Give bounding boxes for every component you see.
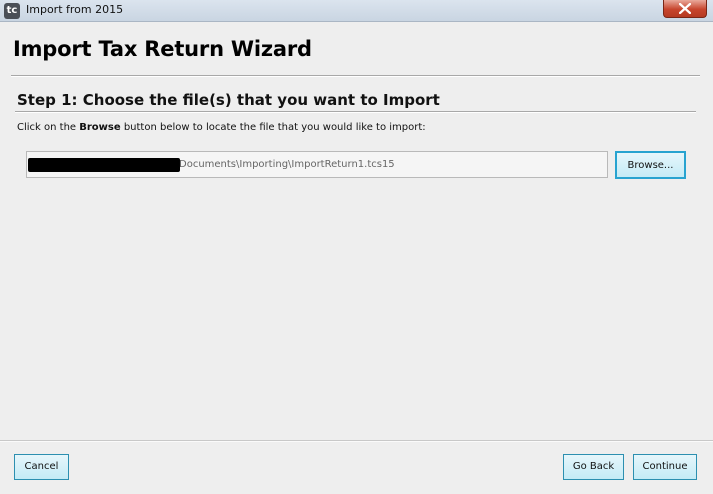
instruction-suffix: button below to locate the file that you…	[120, 122, 426, 133]
wizard-title: Import Tax Return Wizard	[13, 37, 312, 61]
title-divider	[11, 75, 700, 77]
step-divider	[15, 111, 696, 113]
title-bar[interactable]: tc Import from 2015	[0, 0, 713, 22]
step-title: Step 1: Choose the file(s) that you want…	[17, 91, 440, 109]
file-path-text: Documents\Importing\ImportReturn1.tcs15	[179, 159, 395, 170]
instruction-browse-word: Browse	[79, 122, 121, 133]
file-path-field[interactable]: Documents\Importing\ImportReturn1.tcs15	[26, 151, 608, 178]
cancel-button[interactable]: Cancel	[14, 454, 69, 480]
continue-button[interactable]: Continue	[633, 454, 697, 480]
window-title: Import from 2015	[26, 3, 124, 16]
app-icon: tc	[4, 3, 20, 19]
instruction-prefix: Click on the	[17, 122, 80, 133]
go-back-button[interactable]: Go Back	[563, 454, 624, 480]
instruction-text: Click on the Browse button below to loca…	[17, 122, 426, 133]
import-wizard-window: tc Import from 2015 Import Tax Return Wi…	[0, 0, 713, 494]
close-button[interactable]	[663, 0, 707, 18]
footer-divider	[0, 440, 713, 442]
browse-button[interactable]: Browse...	[615, 151, 686, 179]
redacted-path-segment	[28, 158, 180, 172]
close-icon	[679, 3, 691, 14]
